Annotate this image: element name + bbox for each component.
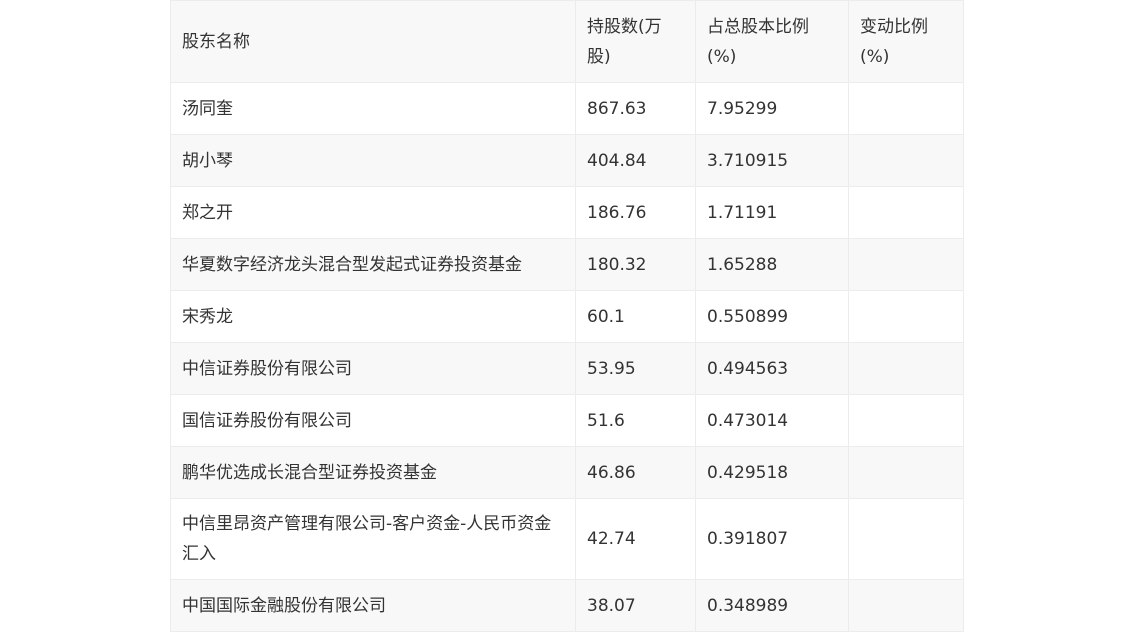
cell-ratio: 0.473014 — [695, 394, 849, 447]
cell-ratio: 7.95299 — [695, 82, 849, 135]
cell-change — [848, 290, 964, 343]
cell-name: 国信证券股份有限公司 — [170, 394, 576, 447]
header-ratio: 占总股本比例(%) — [695, 0, 849, 83]
cell-change — [848, 446, 964, 499]
cell-ratio: 0.348989 — [695, 579, 849, 632]
cell-change — [848, 134, 964, 187]
cell-name: 中国国际金融股份有限公司 — [170, 579, 576, 632]
header-shares: 持股数(万股) — [575, 0, 696, 83]
shareholder-table: 股东名称 持股数(万股) 占总股本比例(%) 变动比例(%) 汤同奎 867.6… — [170, 0, 964, 632]
table-row: 郑之开 186.76 1.71191 — [170, 186, 964, 239]
table-row: 中国国际金融股份有限公司 38.07 0.348989 — [170, 579, 964, 632]
cell-name: 胡小琴 — [170, 134, 576, 187]
cell-change — [848, 498, 964, 580]
table-row: 宋秀龙 60.1 0.550899 — [170, 290, 964, 343]
cell-ratio: 0.429518 — [695, 446, 849, 499]
cell-shares: 867.63 — [575, 82, 696, 135]
cell-shares: 46.86 — [575, 446, 696, 499]
cell-shares: 42.74 — [575, 498, 696, 580]
table-row: 中信里昂资产管理有限公司-客户资金-人民币资金汇入 42.74 0.391807 — [170, 498, 964, 580]
cell-change — [848, 579, 964, 632]
cell-shares: 51.6 — [575, 394, 696, 447]
cell-ratio: 0.391807 — [695, 498, 849, 580]
cell-shares: 38.07 — [575, 579, 696, 632]
cell-shares: 60.1 — [575, 290, 696, 343]
cell-name: 宋秀龙 — [170, 290, 576, 343]
cell-shares: 186.76 — [575, 186, 696, 239]
cell-name: 汤同奎 — [170, 82, 576, 135]
cell-ratio: 1.65288 — [695, 238, 849, 291]
cell-name: 中信证券股份有限公司 — [170, 342, 576, 395]
table-row: 鹏华优选成长混合型证券投资基金 46.86 0.429518 — [170, 446, 964, 499]
cell-change — [848, 238, 964, 291]
cell-shares: 180.32 — [575, 238, 696, 291]
cell-change — [848, 186, 964, 239]
cell-name: 中信里昂资产管理有限公司-客户资金-人民币资金汇入 — [170, 498, 576, 580]
cell-ratio: 0.494563 — [695, 342, 849, 395]
table-row: 华夏数字经济龙头混合型发起式证券投资基金 180.32 1.65288 — [170, 238, 964, 291]
cell-change — [848, 394, 964, 447]
table-row: 胡小琴 404.84 3.710915 — [170, 134, 964, 187]
cell-ratio: 0.550899 — [695, 290, 849, 343]
header-shareholder-name: 股东名称 — [170, 0, 576, 83]
cell-ratio: 1.71191 — [695, 186, 849, 239]
table-row: 汤同奎 867.63 7.95299 — [170, 82, 964, 135]
cell-shares: 404.84 — [575, 134, 696, 187]
cell-name: 华夏数字经济龙头混合型发起式证券投资基金 — [170, 238, 576, 291]
table-row: 国信证券股份有限公司 51.6 0.473014 — [170, 394, 964, 447]
table-row: 中信证券股份有限公司 53.95 0.494563 — [170, 342, 964, 395]
table-header-row: 股东名称 持股数(万股) 占总股本比例(%) 变动比例(%) — [170, 0, 964, 83]
cell-change — [848, 342, 964, 395]
cell-name: 郑之开 — [170, 186, 576, 239]
cell-ratio: 3.710915 — [695, 134, 849, 187]
cell-change — [848, 82, 964, 135]
cell-shares: 53.95 — [575, 342, 696, 395]
header-change: 变动比例(%) — [848, 0, 964, 83]
shareholder-table-container: 股东名称 持股数(万股) 占总股本比例(%) 变动比例(%) 汤同奎 867.6… — [170, 0, 964, 632]
cell-name: 鹏华优选成长混合型证券投资基金 — [170, 446, 576, 499]
